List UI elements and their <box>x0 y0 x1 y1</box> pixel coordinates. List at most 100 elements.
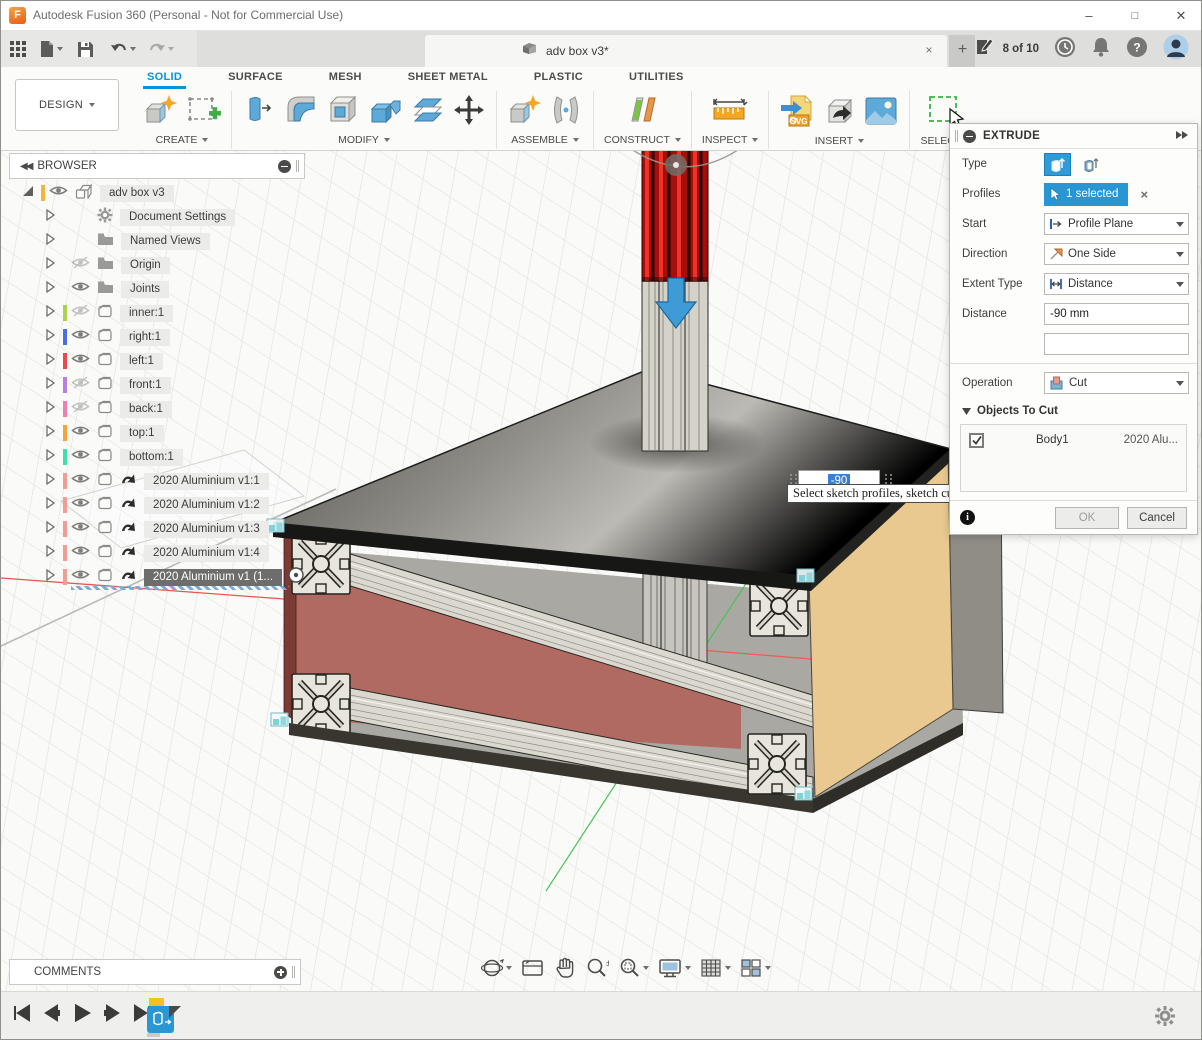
shell-icon[interactable] <box>326 93 362 132</box>
file-menu-icon[interactable] <box>39 40 63 58</box>
maximize-button[interactable]: □ <box>1113 1 1157 31</box>
expander-icon[interactable] <box>43 207 57 228</box>
browser-item-label[interactable]: inner:1 <box>120 305 173 322</box>
timeline-settings-gear-icon[interactable] <box>1155 1006 1175 1031</box>
avatar[interactable] <box>1163 34 1189 65</box>
expander-icon[interactable] <box>43 375 57 396</box>
visibility-eye-icon[interactable] <box>71 280 90 298</box>
browser-item-named-views[interactable]: Named Views <box>9 229 305 253</box>
construct-plane-icon[interactable] <box>624 93 660 132</box>
dialog-dock-icon[interactable] <box>1175 130 1189 143</box>
visibility-eye-icon[interactable] <box>71 448 90 466</box>
visibility-eye-icon[interactable] <box>71 256 90 274</box>
taper-angle-input[interactable] <box>1044 333 1189 355</box>
extrude-thin-type-button[interactable] <box>1077 153 1104 176</box>
grid-icon[interactable] <box>700 957 731 979</box>
expander-icon[interactable] <box>43 447 57 468</box>
origin-point-handle[interactable] <box>665 154 687 176</box>
document-tab[interactable]: adv box v3* × <box>425 35 947 67</box>
app-menu-icon[interactable] <box>9 40 27 58</box>
visibility-eye-icon[interactable] <box>71 424 90 442</box>
browser-item-document-settings[interactable]: Document Settings <box>9 205 305 229</box>
browser-item-label[interactable]: Named Views <box>121 233 210 250</box>
component-color-bar[interactable] <box>63 425 67 441</box>
visibility-eye-icon[interactable] <box>71 472 90 490</box>
look-at-icon[interactable] <box>521 958 545 978</box>
corner-marker[interactable] <box>271 713 288 726</box>
cancel-button[interactable]: Cancel <box>1127 507 1187 529</box>
combine-icon[interactable] <box>368 93 404 132</box>
profiles-clear-icon[interactable]: × <box>1140 187 1148 202</box>
browser-item-label[interactable]: back:1 <box>120 401 172 418</box>
measure-icon[interactable] <box>711 94 749 131</box>
browser-item-2020-aluminium-v1-3[interactable]: 2020 Aluminium v1:3 <box>9 517 305 541</box>
expander-icon[interactable] <box>43 519 57 540</box>
component-color-bar[interactable] <box>63 521 67 537</box>
browser-item-adv-box-v3[interactable]: adv box v3 <box>9 181 305 205</box>
modify-menu[interactable]: MODIFY <box>338 132 390 149</box>
object-row[interactable]: Body1 2020 Alu... <box>961 425 1186 451</box>
help-icon[interactable]: ? <box>1126 36 1148 63</box>
fillet-icon[interactable] <box>284 93 320 132</box>
corner-marker[interactable] <box>795 787 812 800</box>
expander-icon[interactable] <box>43 231 57 252</box>
visibility-eye-icon[interactable] <box>71 568 90 586</box>
browser-item-2020-aluminium-v1-4[interactable]: 2020 Aluminium v1:4 <box>9 541 305 565</box>
browser-item-2020-aluminium-v1-1-[interactable]: 2020 Aluminium v1 (1... <box>9 565 305 589</box>
rail-xsec-right-bottom[interactable] <box>748 734 806 794</box>
component-color-bar[interactable] <box>63 569 67 585</box>
step-forward-button[interactable] <box>103 1004 121 1027</box>
expander-icon[interactable] <box>43 279 57 300</box>
ribbon-tab-utilities[interactable]: UTILITIES <box>625 67 688 89</box>
expander-icon[interactable] <box>21 183 35 204</box>
new-document-button[interactable]: + <box>949 35 976 67</box>
expander-icon[interactable] <box>43 327 57 348</box>
browser-item-right-1[interactable]: right:1 <box>9 325 305 349</box>
insert-derive-icon[interactable] <box>821 94 857 133</box>
object-checkbox[interactable] <box>969 433 984 448</box>
expander-icon[interactable] <box>43 543 57 564</box>
operation-dropdown[interactable]: Cut <box>1044 372 1189 394</box>
browser-item-label[interactable]: 2020 Aluminium v1 (1... <box>144 569 282 586</box>
browser-item-label[interactable]: Document Settings <box>120 209 235 226</box>
component-color-bar[interactable] <box>63 329 67 345</box>
comments-drag-grip[interactable] <box>292 966 295 978</box>
new-body-icon[interactable] <box>143 93 179 132</box>
ribbon-tab-plastic[interactable]: PLASTIC <box>530 67 587 89</box>
timeline-feature-extrude[interactable] <box>145 998 189 1040</box>
joint-icon[interactable] <box>549 93 583 132</box>
visibility-eye-icon[interactable] <box>71 328 90 346</box>
dialog-drag-grip[interactable] <box>955 130 958 142</box>
browser-item-top-1[interactable]: top:1 <box>9 421 305 445</box>
browser-item-left-1[interactable]: left:1 <box>9 349 305 373</box>
ribbon-tab-surface[interactable]: SURFACE <box>224 67 287 89</box>
comments-header[interactable]: COMMENTS <box>9 959 301 985</box>
browser-item-label[interactable]: left:1 <box>120 353 163 370</box>
browser-item-label[interactable]: top:1 <box>120 425 164 442</box>
browser-drag-grip[interactable] <box>296 160 299 172</box>
start-dropdown[interactable]: Profile Plane <box>1044 213 1189 235</box>
browser-item-front-1[interactable]: front:1 <box>9 373 305 397</box>
create-menu[interactable]: CREATE <box>156 132 209 149</box>
new-component-icon[interactable] <box>507 93 543 132</box>
extrude-dialog-header[interactable]: EXTRUDE <box>950 124 1197 149</box>
visibility-eye-icon[interactable] <box>71 544 90 562</box>
activate-component-radio[interactable] <box>287 566 305 589</box>
press-pull-icon[interactable] <box>242 93 278 132</box>
browser-item-label[interactable]: Origin <box>121 257 170 274</box>
visibility-eye-icon[interactable] <box>71 496 90 514</box>
expander-icon[interactable] <box>43 471 57 492</box>
browser-item-joints[interactable]: Joints <box>9 277 305 301</box>
component-color-bar[interactable] <box>63 353 67 369</box>
component-color-bar[interactable] <box>63 545 67 561</box>
expander-icon[interactable] <box>43 255 57 276</box>
collapse-panel-icon[interactable]: ◀◀ <box>20 161 31 172</box>
construct-menu[interactable]: CONSTRUCT <box>604 132 681 149</box>
browser-item-inner-1[interactable]: inner:1 <box>9 301 305 325</box>
document-tab-close-icon[interactable]: × <box>921 43 937 57</box>
clock-icon[interactable] <box>1054 36 1076 63</box>
pan-icon[interactable] <box>554 957 576 979</box>
browser-header[interactable]: ◀◀ BROWSER <box>9 153 305 179</box>
browser-item-2020-aluminium-v1-1[interactable]: 2020 Aluminium v1:1 <box>9 469 305 493</box>
display-settings-icon[interactable] <box>658 957 691 979</box>
